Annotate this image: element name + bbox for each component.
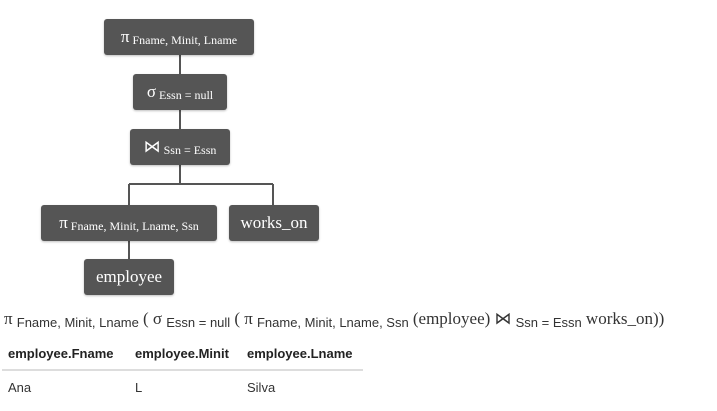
table-cell: Silva (247, 380, 276, 395)
column-header: employee.Fname (2, 340, 129, 371)
expr-open-paren-2: ( (234, 309, 241, 328)
expr-works-on-relation: works_on (585, 309, 653, 328)
expr-join-subscript: Ssn = Essn (515, 315, 582, 330)
works-on-label: works_on (240, 213, 308, 232)
projection-attrs: Fname, Minit, Lname (132, 32, 238, 47)
column-header: employee.Lname (241, 340, 363, 371)
join-condition: Ssn = Essn (163, 142, 217, 157)
table-header-row: employee.Fname employee.Minit employee.L… (2, 340, 363, 371)
expr-close-parens: )) (652, 309, 665, 328)
employee-label: employee (95, 267, 163, 286)
expr-join-symbol: ⋈ (494, 309, 512, 328)
relational-algebra-expression: π Fname, Minit, Lname ( σ Essn = null ( … (4, 309, 665, 330)
pi-symbol: π (59, 213, 68, 232)
pi-symbol: π (120, 27, 130, 46)
expr-employee-relation: (employee) (412, 309, 491, 328)
column-header: employee.Minit (129, 340, 241, 371)
selection-condition: Essn = null (159, 87, 214, 102)
projection-node[interactable]: π Fname, Minit, Lname (104, 19, 254, 55)
expr-pi-symbol: π (4, 309, 13, 328)
expr-pi-subscript: Fname, Minit, Lname (16, 315, 139, 330)
inner-projection-attrs: Fname, Minit, Lname, Ssn (70, 218, 199, 233)
result-table: employee.Fname employee.Minit employee.L… (2, 340, 363, 401)
join-node[interactable]: ⋈ Ssn = Essn (130, 129, 230, 165)
inner-projection-node[interactable]: π Fname, Minit, Lname, Ssn (41, 205, 217, 241)
selection-node[interactable]: σ Essn = null (133, 74, 227, 110)
table-row: Ana L Silva (2, 370, 363, 401)
employee-node[interactable]: employee (84, 259, 174, 295)
table-cell: Ana (8, 380, 32, 395)
sigma-symbol: σ (146, 82, 157, 101)
expr-pi2-symbol: π (244, 309, 253, 328)
expr-sigma-symbol: σ (152, 309, 163, 328)
expr-sigma-subscript: Essn = null (166, 315, 231, 330)
expr-pi2-subscript: Fname, Minit, Lname, Ssn (256, 315, 409, 330)
table-cell: L (135, 380, 143, 395)
expr-open-paren: ( (143, 309, 149, 328)
works-on-node[interactable]: works_on (229, 205, 319, 241)
join-symbol: ⋈ (143, 137, 161, 156)
